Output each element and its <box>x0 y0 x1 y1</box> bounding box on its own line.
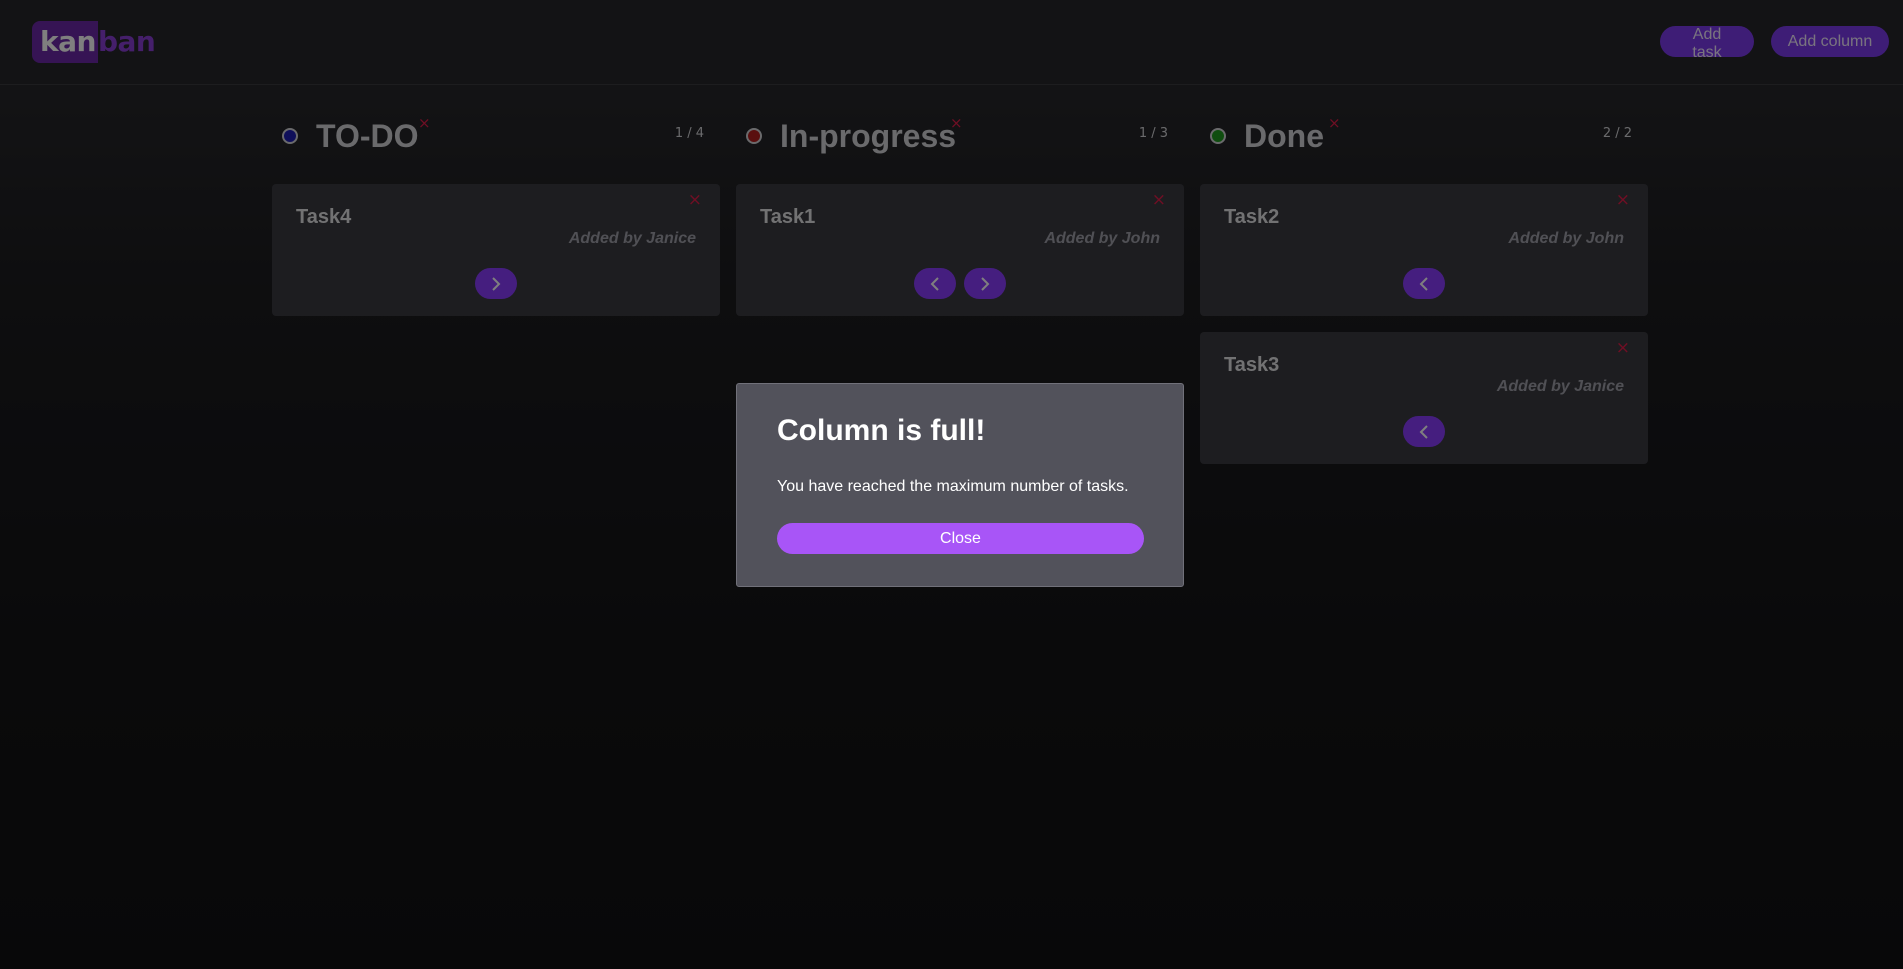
dialog-message: You have reached the maximum number of t… <box>777 478 1129 495</box>
dialog-title: Column is full! <box>777 414 986 447</box>
close-dialog-button[interactable]: Close <box>777 523 1144 554</box>
column-full-dialog: Column is full! You have reached the max… <box>736 383 1184 587</box>
